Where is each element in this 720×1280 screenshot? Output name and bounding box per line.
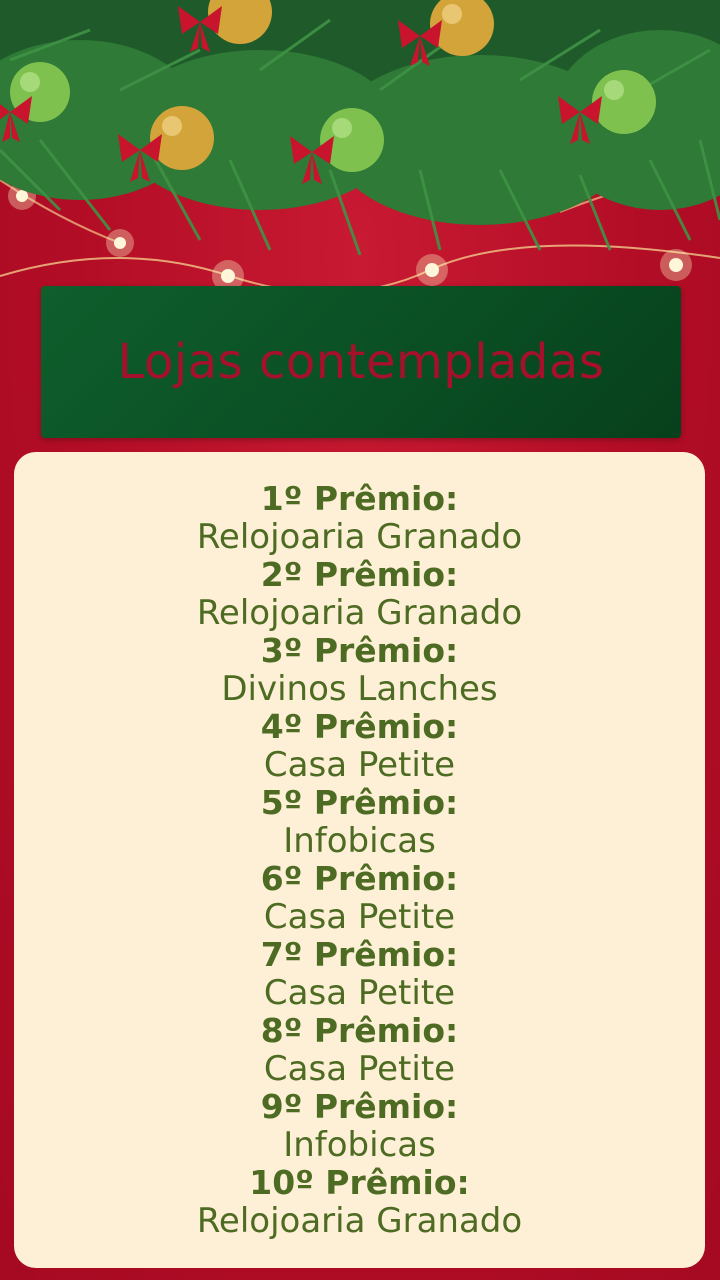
prize-label: 8º Prêmio:: [260, 1011, 459, 1050]
prize-store: Relojoaria Granado: [196, 1201, 523, 1241]
prize-label: 9º Prêmio:: [260, 1087, 459, 1126]
prize-item: 5º Prêmio: Infobicas: [14, 783, 705, 861]
prize-store: Relojoaria Granado: [196, 517, 523, 557]
prize-item: 2º Prêmio: Relojoaria Granado: [14, 555, 705, 633]
prize-item: 4º Prêmio: Casa Petite: [14, 707, 705, 785]
prize-label: 2º Prêmio:: [260, 555, 459, 594]
prizes-panel: 1º Prêmio: Relojoaria Granado 2º Prêmio:…: [14, 452, 705, 1268]
pine-garland-with-ornaments-icon: [0, 0, 720, 294]
prize-label: 10º Prêmio:: [249, 1163, 470, 1202]
page-title: Lojas contempladas: [117, 334, 605, 390]
prize-store: Casa Petite: [263, 1049, 456, 1089]
prize-item: 10º Prêmio: Relojoaria Granado: [14, 1163, 705, 1241]
prize-store: Infobicas: [283, 1125, 436, 1165]
prize-item: 1º Prêmio: Relojoaria Granado: [14, 479, 705, 557]
prize-label: 6º Prêmio:: [260, 859, 459, 898]
prize-label: 3º Prêmio:: [260, 631, 459, 670]
title-banner: Lojas contempladas: [41, 286, 681, 438]
prize-store: Divinos Lanches: [221, 669, 498, 709]
prize-label: 1º Prêmio:: [260, 479, 459, 518]
prize-store: Casa Petite: [263, 745, 456, 785]
prize-item: 7º Prêmio: Casa Petite: [14, 935, 705, 1013]
prize-label: 5º Prêmio:: [260, 783, 459, 822]
prize-label: 4º Prêmio:: [260, 707, 459, 746]
prize-label: 7º Prêmio:: [260, 935, 459, 974]
prizes-list: 1º Prêmio: Relojoaria Granado 2º Prêmio:…: [14, 479, 705, 1241]
prize-store: Relojoaria Granado: [196, 593, 523, 633]
prize-item: 6º Prêmio: Casa Petite: [14, 859, 705, 937]
prize-item: 8º Prêmio: Casa Petite: [14, 1011, 705, 1089]
prize-item: 9º Prêmio: Infobicas: [14, 1087, 705, 1165]
prize-store: Casa Petite: [263, 973, 456, 1013]
prize-store: Casa Petite: [263, 897, 456, 937]
prize-store: Infobicas: [283, 821, 436, 861]
prize-item: 3º Prêmio: Divinos Lanches: [14, 631, 705, 709]
